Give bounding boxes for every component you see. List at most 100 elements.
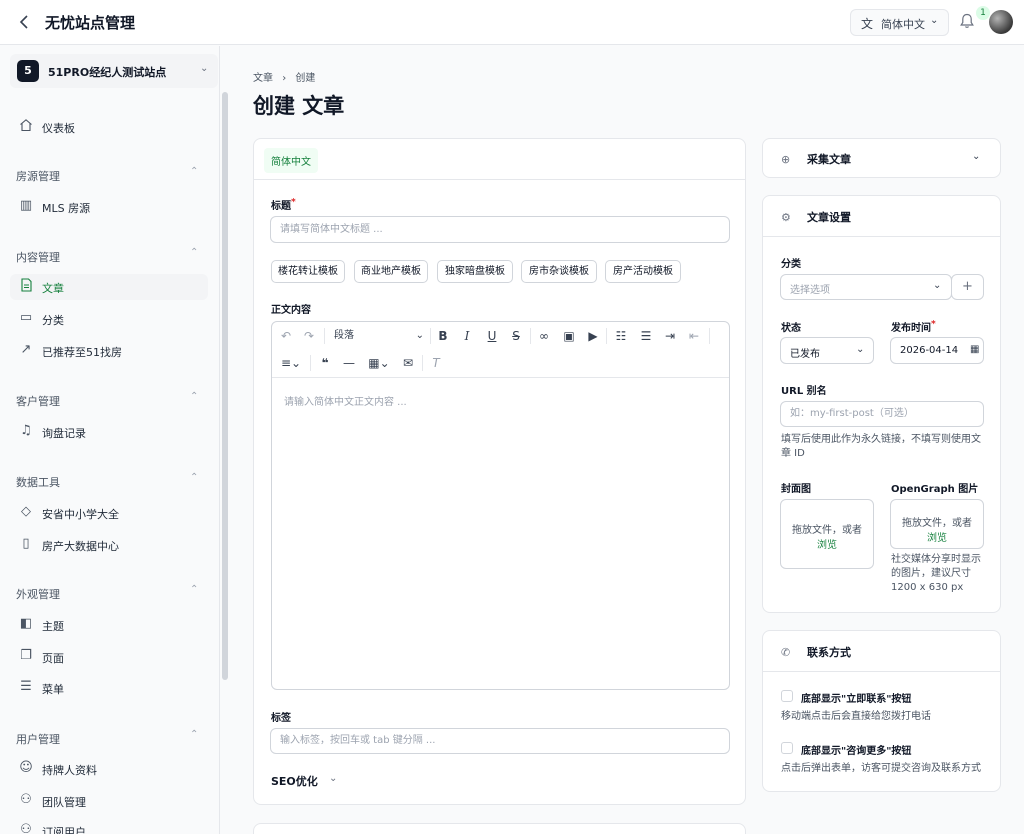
chevron-up-icon[interactable]: ⌃ xyxy=(190,472,198,483)
sidebar-item-label: 文章 xyxy=(42,282,64,295)
template-button-event[interactable]: 房产活动模板 xyxy=(605,260,681,283)
chevron-down-icon[interactable]: ⌄ xyxy=(329,773,337,784)
paragraph-select[interactable]: 段落 ⌄ xyxy=(334,327,424,345)
browse-link[interactable]: 浏览 xyxy=(781,536,873,551)
sidebar: 5 51PRO经纪人测试站点 ⌄ 仪表板 房源管理 ⌃ ▥ MLS 房源 内容管… xyxy=(0,46,220,834)
sidebar-item-menus[interactable]: ☰ 菜单 xyxy=(10,675,208,701)
sidebar-item-schools[interactable]: ◇ 安省中小学大全 xyxy=(10,500,208,526)
horizontal-rule-icon[interactable]: — xyxy=(340,354,358,372)
bar-chart-icon: ▯ xyxy=(22,536,30,551)
strikethrough-icon[interactable]: S xyxy=(507,327,525,345)
plus-icon: + xyxy=(962,279,973,294)
url-slug-input[interactable]: 如：my-first-post（可选） xyxy=(780,401,984,427)
nav-group-listings[interactable]: 房源管理 xyxy=(16,168,60,184)
publish-date-input[interactable]: 2026-04-14 ▦ xyxy=(890,337,984,364)
site-selector[interactable]: 5 51PRO经纪人测试站点 ⌄ xyxy=(10,54,218,88)
link-icon[interactable]: ∞ xyxy=(535,327,553,345)
chevron-up-icon[interactable]: ⌃ xyxy=(190,247,198,258)
chevron-up-icon[interactable]: ⌃ xyxy=(190,584,198,595)
underline-icon[interactable]: U xyxy=(483,327,501,345)
seo-section-toggle[interactable]: SEO优化 xyxy=(271,773,318,789)
sidebar-item-label: 主题 xyxy=(42,620,64,633)
graduation-cap-icon: ◇ xyxy=(21,504,31,519)
sidebar-item-big-data[interactable]: ▯ 房产大数据中心 xyxy=(10,532,208,558)
language-switcher[interactable]: 文 简体中文 ⌄ xyxy=(850,9,949,36)
nav-group-content[interactable]: 内容管理 xyxy=(16,249,60,265)
sidebar-item-categories[interactable]: ▭ 分类 xyxy=(10,306,208,332)
align-icon[interactable]: ≡⌄ xyxy=(277,354,305,372)
numbered-list-icon[interactable]: ☰ xyxy=(637,327,655,345)
chevron-left-icon[interactable] xyxy=(16,12,32,32)
video-icon[interactable]: ▶ xyxy=(584,327,602,345)
sidebar-item-team[interactable]: ⚇ 团队管理 xyxy=(10,788,208,814)
sidebar-item-themes[interactable]: ◧ 主题 xyxy=(10,612,208,638)
cover-image-dropzone[interactable]: 拖放文件，或者 浏览 xyxy=(780,499,874,569)
template-button-exclusive[interactable]: 独家暗盘模板 xyxy=(437,260,513,283)
sidebar-item-subscribers[interactable]: ⚇ 订阅用户 xyxy=(10,818,208,834)
sidebar-item-articles[interactable]: 文章 xyxy=(10,274,208,300)
site-name: 51PRO经纪人测试站点 xyxy=(48,66,167,79)
show-inquire-more-checkbox[interactable] xyxy=(781,742,793,754)
show-contact-now-label[interactable]: 底部显示"立即联系"按钮 xyxy=(801,690,911,705)
chevron-up-icon[interactable]: ⌃ xyxy=(190,729,198,740)
email-icon[interactable]: ✉ xyxy=(399,354,417,372)
clear-format-icon[interactable]: T xyxy=(427,354,445,372)
sidebar-item-pages[interactable]: ❐ 页面 xyxy=(10,644,208,670)
secondary-card xyxy=(253,823,746,834)
sidebar-item-mls[interactable]: ▥ MLS 房源 xyxy=(10,194,208,220)
status-value: 已发布 xyxy=(790,349,820,360)
outdent-icon[interactable]: ⇤ xyxy=(685,327,703,345)
template-button-market[interactable]: 房市杂谈模板 xyxy=(521,260,597,283)
bold-icon[interactable]: B xyxy=(434,327,452,345)
og-image-dropzone[interactable]: 拖放文件，或者 浏览 xyxy=(890,499,984,549)
indent-icon[interactable]: ⇥ xyxy=(661,327,679,345)
chevron-up-icon[interactable]: ⌃ xyxy=(190,166,198,177)
tags-input[interactable]: 输入标签，按回车或 tab 键分隔 ... xyxy=(270,728,730,754)
quote-icon[interactable]: ❝ xyxy=(316,354,334,372)
og-image-label: OpenGraph 图片 xyxy=(891,484,979,495)
italic-icon[interactable]: I xyxy=(458,327,476,345)
content-label: 正文内容 xyxy=(271,305,311,316)
collect-article-card[interactable]: ⊕ 采集文章 ⌄ xyxy=(762,138,1001,178)
undo-icon[interactable]: ↶ xyxy=(277,327,295,345)
bell-icon[interactable] xyxy=(960,13,974,33)
table-icon[interactable]: ▦⌄ xyxy=(365,354,393,372)
nav-group-customers[interactable]: 客户管理 xyxy=(16,393,60,409)
toolbar-separator xyxy=(606,328,607,344)
category-select[interactable]: 选择选项 ⌄ xyxy=(780,274,952,300)
calendar-icon[interactable]: ▦ xyxy=(970,344,979,355)
title-input[interactable]: 请填写简体中文标题 ... xyxy=(270,216,730,243)
sidebar-item-agent-profile[interactable]: ☺ 持牌人资料 xyxy=(10,756,208,782)
breadcrumb-parent[interactable]: 文章 xyxy=(253,73,273,84)
sidebar-item-inquiries[interactable]: ♫ 询盘记录 xyxy=(10,419,208,445)
tab-simplified-chinese[interactable]: 简体中文 xyxy=(264,148,318,173)
user-avatar[interactable] xyxy=(989,10,1013,34)
image-upload-icon[interactable]: ▣ xyxy=(560,327,578,345)
sidebar-item-recommended[interactable]: ↗ 已推荐至51找房 xyxy=(10,338,208,364)
bullet-list-icon[interactable]: ☷ xyxy=(612,327,630,345)
url-slug-label: URL 别名 xyxy=(781,386,827,397)
status-select[interactable]: 已发布 ⌄ xyxy=(780,337,874,364)
sidebar-item-label: 已推荐至51找房 xyxy=(42,346,122,359)
content-placeholder[interactable]: 请输入简体中文正文内容 ... xyxy=(284,393,407,408)
chevron-up-icon[interactable]: ⌃ xyxy=(190,391,198,402)
sidebar-item-label: 持牌人资料 xyxy=(42,764,97,777)
template-button-commercial[interactable]: 商业地产模板 xyxy=(354,260,428,283)
sidebar-item-dashboard[interactable]: 仪表板 xyxy=(10,114,208,140)
chevron-down-icon[interactable]: ⌄ xyxy=(972,151,980,162)
nav-group-data-tools[interactable]: 数据工具 xyxy=(16,474,60,490)
browse-link[interactable]: 浏览 xyxy=(891,529,983,544)
nav-group-appearance[interactable]: 外观管理 xyxy=(16,586,60,602)
add-category-button[interactable]: + xyxy=(951,274,984,300)
toolbar-separator xyxy=(324,328,325,344)
show-contact-now-checkbox[interactable] xyxy=(781,690,793,702)
nav-group-users[interactable]: 用户管理 xyxy=(16,731,60,747)
template-button-presale[interactable]: 楼花转让模板 xyxy=(271,260,345,283)
sidebar-scrollbar[interactable] xyxy=(222,92,228,680)
show-inquire-more-label[interactable]: 底部显示"咨询更多"按钮 xyxy=(801,742,911,757)
globe-icon: ⊕ xyxy=(781,153,791,166)
redo-icon[interactable]: ↷ xyxy=(300,327,318,345)
title-label-text: 标题 xyxy=(271,201,291,212)
cover-image-label: 封面图 xyxy=(781,484,811,495)
publish-time-label-text: 发布时间 xyxy=(891,323,931,334)
